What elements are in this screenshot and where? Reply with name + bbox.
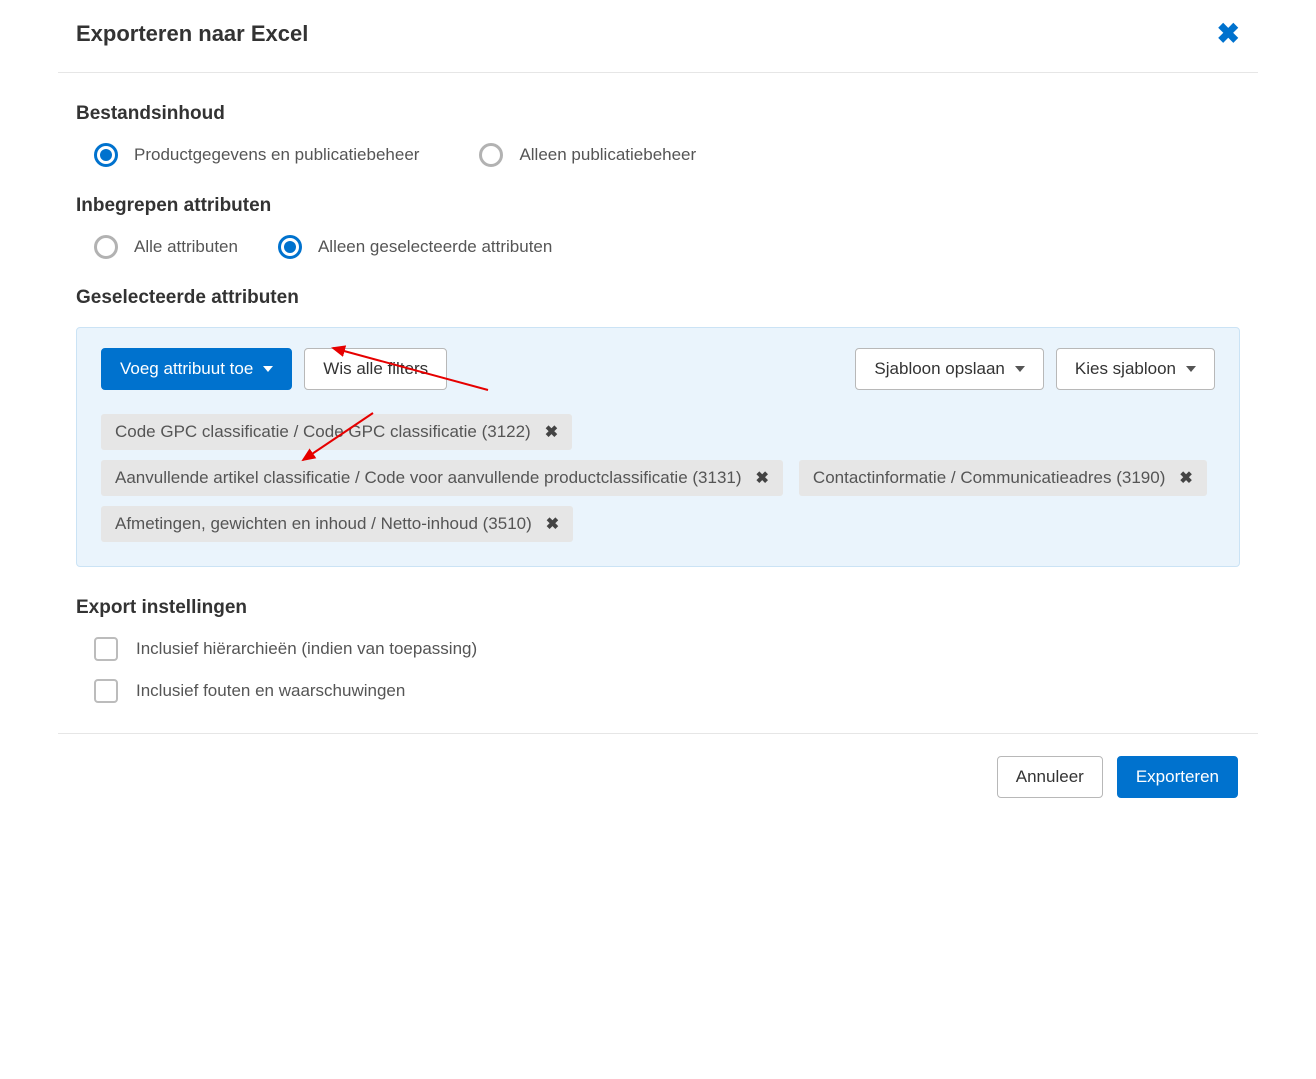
checkbox-include-hierarchies[interactable]: Inclusief hiërarchieën (indien van toepa… bbox=[94, 637, 1240, 661]
section-heading-selected-attributes: Geselecteerde attributen bbox=[76, 287, 1240, 309]
dialog-content: Bestandsinhoud Productgegevens en public… bbox=[58, 73, 1258, 733]
radio-publication-only[interactable]: Alleen publicatiebeheer bbox=[479, 143, 696, 167]
chevron-down-icon bbox=[263, 366, 273, 372]
close-icon[interactable]: ✖ bbox=[1217, 20, 1240, 48]
button-label: Wis alle filters bbox=[323, 359, 428, 379]
chevron-down-icon bbox=[1186, 366, 1196, 372]
button-label: Annuleer bbox=[1016, 767, 1084, 787]
export-dialog: Exporteren naar Excel ✖ Bestandsinhoud P… bbox=[58, 0, 1258, 822]
chevron-down-icon bbox=[1015, 366, 1025, 372]
save-template-button[interactable]: Sjabloon opslaan bbox=[855, 348, 1043, 390]
radio-icon bbox=[278, 235, 302, 259]
button-label: Kies sjabloon bbox=[1075, 359, 1176, 379]
file-content-radio-group: Productgegevens en publicatiebeheer Alle… bbox=[94, 143, 1240, 167]
chip-label: Contactinformatie / Communicatieadres (3… bbox=[813, 468, 1165, 488]
dialog-header: Exporteren naar Excel ✖ bbox=[58, 0, 1258, 73]
checkbox-icon bbox=[94, 679, 118, 703]
radio-label: Alleen publicatiebeheer bbox=[519, 145, 696, 165]
radio-only-selected-attributes[interactable]: Alleen geselecteerde attributen bbox=[278, 235, 552, 259]
chip-label: Aanvullende artikel classificatie / Code… bbox=[115, 468, 742, 488]
cancel-button[interactable]: Annuleer bbox=[997, 756, 1103, 798]
button-label: Voeg attribuut toe bbox=[120, 359, 253, 379]
chip-label: Code GPC classificatie / Code GPC classi… bbox=[115, 422, 531, 442]
dialog-title: Exporteren naar Excel bbox=[76, 21, 308, 47]
radio-icon bbox=[479, 143, 503, 167]
remove-chip-icon[interactable]: ✖ bbox=[546, 514, 559, 534]
remove-chip-icon[interactable]: ✖ bbox=[1179, 468, 1192, 488]
attribute-chip[interactable]: Aanvullende artikel classificatie / Code… bbox=[101, 460, 783, 496]
section-heading-included-attributes: Inbegrepen attributen bbox=[76, 195, 1240, 217]
choose-template-button[interactable]: Kies sjabloon bbox=[1056, 348, 1215, 390]
attribute-chip[interactable]: Afmetingen, gewichten en inhoud / Netto-… bbox=[101, 506, 573, 542]
clear-all-filters-button[interactable]: Wis alle filters bbox=[304, 348, 447, 390]
export-button[interactable]: Exporteren bbox=[1117, 756, 1238, 798]
chip-label: Afmetingen, gewichten en inhoud / Netto-… bbox=[115, 514, 532, 534]
radio-icon bbox=[94, 143, 118, 167]
section-heading-export-settings: Export instellingen bbox=[76, 597, 1240, 619]
button-label: Exporteren bbox=[1136, 767, 1219, 787]
selected-attributes-toolbar: Voeg attribuut toe Wis alle filters Sjab… bbox=[101, 348, 1215, 390]
section-heading-file-content: Bestandsinhoud bbox=[76, 103, 1240, 125]
checkbox-include-errors[interactable]: Inclusief fouten en waarschuwingen bbox=[94, 679, 1240, 703]
checkbox-label: Inclusief hiërarchieën (indien van toepa… bbox=[136, 639, 477, 659]
add-attribute-button[interactable]: Voeg attribuut toe bbox=[101, 348, 292, 390]
radio-product-and-publication[interactable]: Productgegevens en publicatiebeheer bbox=[94, 143, 419, 167]
attribute-chip[interactable]: Contactinformatie / Communicatieadres (3… bbox=[799, 460, 1207, 496]
remove-chip-icon[interactable]: ✖ bbox=[756, 468, 769, 488]
checkbox-icon bbox=[94, 637, 118, 661]
radio-all-attributes[interactable]: Alle attributen bbox=[94, 235, 238, 259]
dialog-footer: Annuleer Exporteren bbox=[58, 733, 1258, 798]
attribute-chips: Code GPC classificatie / Code GPC classi… bbox=[101, 414, 1215, 542]
checkbox-label: Inclusief fouten en waarschuwingen bbox=[136, 681, 405, 701]
radio-label: Productgegevens en publicatiebeheer bbox=[134, 145, 419, 165]
remove-chip-icon[interactable]: ✖ bbox=[545, 422, 558, 442]
included-attributes-radio-group: Alle attributen Alleen geselecteerde att… bbox=[94, 235, 1240, 259]
button-label: Sjabloon opslaan bbox=[874, 359, 1004, 379]
attribute-chip[interactable]: Code GPC classificatie / Code GPC classi… bbox=[101, 414, 572, 450]
radio-icon bbox=[94, 235, 118, 259]
radio-label: Alleen geselecteerde attributen bbox=[318, 237, 552, 257]
radio-label: Alle attributen bbox=[134, 237, 238, 257]
selected-attributes-panel: Voeg attribuut toe Wis alle filters Sjab… bbox=[76, 327, 1240, 567]
